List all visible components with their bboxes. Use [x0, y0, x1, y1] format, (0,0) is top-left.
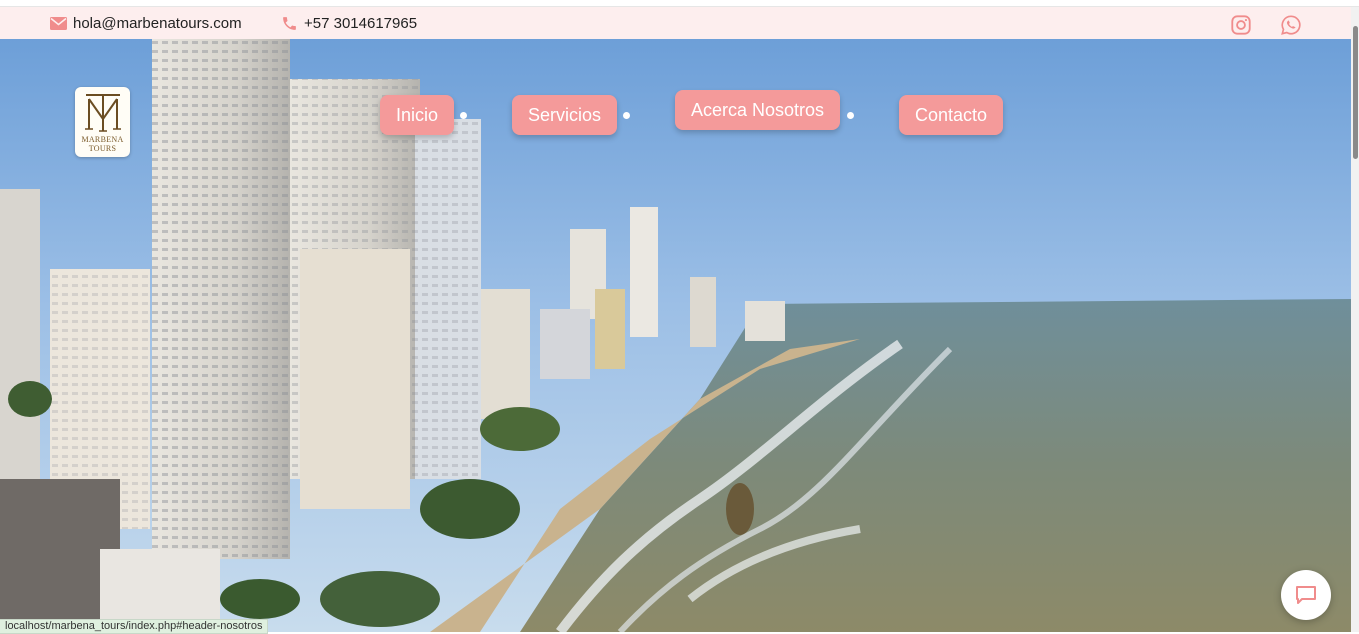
- city-beach-background-image: [0, 39, 1351, 632]
- phone-icon: [283, 16, 296, 30]
- instagram-link[interactable]: [1230, 14, 1252, 36]
- email-contact[interactable]: hola@marbenatours.com: [50, 7, 242, 39]
- envelope-icon: [50, 16, 67, 30]
- nav-inicio[interactable]: Inicio: [380, 95, 455, 135]
- whatsapp-icon: [1281, 15, 1301, 35]
- nav-acerca-nosotros[interactable]: Acerca Nosotros: [675, 90, 841, 130]
- scrollbar-thumb[interactable]: [1353, 26, 1358, 159]
- marbena-tours-logo[interactable]: MARBENA TOURS: [75, 87, 130, 157]
- phone-text[interactable]: +57 3014617965: [304, 15, 417, 32]
- whatsapp-link[interactable]: [1280, 14, 1302, 36]
- nav-separator-dot: [623, 112, 630, 119]
- chat-button[interactable]: [1281, 570, 1331, 620]
- browser-top-edge: [0, 0, 1359, 7]
- chat-bubble-icon: [1296, 586, 1316, 604]
- contact-topbar: hola@marbenatours.com +57 3014617965: [0, 7, 1351, 39]
- email-text[interactable]: hola@marbenatours.com: [73, 15, 242, 32]
- nav-servicios[interactable]: Servicios: [512, 95, 618, 135]
- phone-contact[interactable]: +57 3014617965: [281, 7, 417, 39]
- nav-separator-dot: [847, 112, 854, 119]
- logo-text-line2: TOURS: [88, 144, 117, 153]
- nav-contacto[interactable]: Contacto: [899, 95, 1004, 135]
- nav-separator-dot: [460, 112, 467, 119]
- logo-text-line1: MARBENA: [81, 135, 124, 144]
- instagram-icon: [1231, 15, 1251, 35]
- mt-monogram: [84, 94, 121, 132]
- hero-banner: [0, 39, 1351, 632]
